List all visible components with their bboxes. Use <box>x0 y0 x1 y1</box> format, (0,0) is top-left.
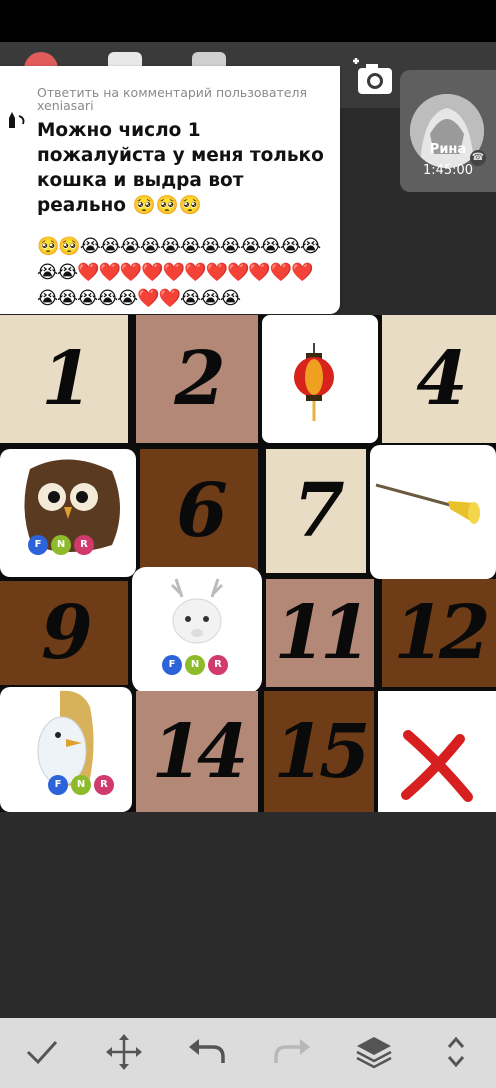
grid-cell-12[interactable]: 12 <box>382 579 496 687</box>
comment-text: Можно число 1 пожалуйста у меня только к… <box>37 120 324 216</box>
check-icon[interactable] <box>20 1032 64 1072</box>
expand-icon[interactable] <box>434 1032 478 1072</box>
horn-icon <box>375 483 480 524</box>
grid-cell-horn[interactable] <box>370 445 496 579</box>
neon-badge: N <box>51 535 71 555</box>
fnr-badges: F N R <box>162 655 228 675</box>
grid-cell-reindeer[interactable]: F N R <box>132 567 262 693</box>
grid-cell-owl[interactable]: F N R <box>0 449 136 577</box>
cell-number: 6 <box>176 468 228 554</box>
cell-number: 14 <box>151 708 249 795</box>
cell-number: 15 <box>273 708 371 795</box>
comment-username: xeniasari <box>37 98 94 113</box>
undo-icon[interactable] <box>185 1032 229 1072</box>
editor-toolbar <box>0 1018 496 1088</box>
grid-cell-eagle[interactable]: F N R <box>0 687 132 812</box>
grid-cell-9[interactable]: 9 <box>0 581 128 685</box>
red-cross-icon <box>401 730 473 802</box>
owl-pet-icon <box>24 459 120 552</box>
grid-cell-4[interactable]: 4 <box>382 315 496 443</box>
grid-cell-2[interactable]: 2 <box>136 315 258 443</box>
fly-badge: F <box>28 535 48 555</box>
grid-cell-6[interactable]: 6 <box>140 449 258 573</box>
reply-icon <box>7 110 27 132</box>
cell-number: 9 <box>41 590 93 676</box>
comment-emoji-tail: 🥺🥺😭😭😭😭😭😭😭😭😭😭😭😭😭😭❤️❤️❤️❤️❤️❤️❤️❤️❤️❤️❤️😭😭… <box>37 236 321 309</box>
call-duration: 1:45:00 <box>422 163 474 178</box>
fnr-badges: F N R <box>28 535 94 555</box>
ride-badge: R <box>94 775 114 795</box>
grid-cell-7[interactable]: 7 <box>266 449 366 573</box>
move-icon[interactable] <box>102 1032 146 1072</box>
grid-cell-lantern[interactable] <box>262 315 378 443</box>
comment-meta: Ответить на комментарий пользователя xen… <box>37 86 327 112</box>
cell-number: 7 <box>293 468 345 554</box>
cell-number: 1 <box>41 336 93 422</box>
grid-cell-11[interactable]: 11 <box>266 579 374 687</box>
grid-cell-14[interactable]: 14 <box>136 691 258 812</box>
grid-cell-1[interactable]: 1 <box>0 315 128 443</box>
fnr-badges: F N R <box>48 775 114 795</box>
fly-badge: F <box>48 775 68 795</box>
status-bar <box>0 0 496 42</box>
cell-number: 11 <box>274 590 372 676</box>
cell-number: 4 <box>416 336 468 422</box>
grid-cell-taken[interactable] <box>378 691 496 812</box>
redo-icon[interactable] <box>270 1032 314 1072</box>
advent-grid: 1 2 4 F N R 6 7 9 F N R 11 12 F N R 14 1… <box>0 315 496 812</box>
call-bubble[interactable]: Рина ☎ 1:45:00 <box>400 70 496 192</box>
add-photo-icon[interactable] <box>352 58 394 98</box>
neon-badge: N <box>71 775 91 795</box>
layers-icon[interactable] <box>352 1032 396 1072</box>
lantern-icon <box>294 343 334 421</box>
ride-badge: R <box>74 535 94 555</box>
comment-reply-card[interactable]: Ответить на комментарий пользователя xen… <box>0 66 340 314</box>
cell-number: 12 <box>393 590 491 676</box>
fly-badge: F <box>162 655 182 675</box>
ride-badge: R <box>208 655 228 675</box>
cell-number: 2 <box>174 336 226 422</box>
neon-badge: N <box>185 655 205 675</box>
grid-cell-15[interactable]: 15 <box>264 691 374 812</box>
